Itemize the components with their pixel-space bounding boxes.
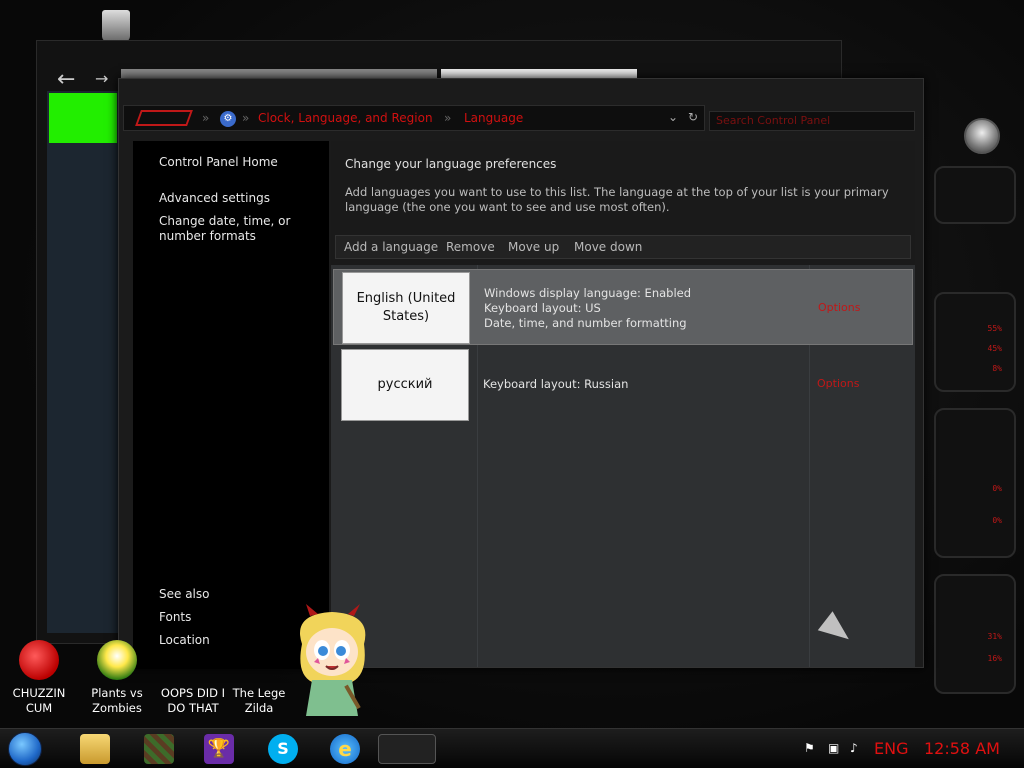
skype-icon[interactable]: S [268, 734, 298, 764]
desktop-icon-plants-vs-zombies[interactable]: Plants vs Zombies [82, 640, 152, 716]
page-description: Add languages you want to use to this li… [345, 185, 889, 214]
move-down-button[interactable]: Move down [574, 240, 642, 254]
green-block [49, 93, 117, 143]
change-date-time-formats-link[interactable]: Change date, time, or number formats [159, 214, 329, 244]
language-tile[interactable]: русский [341, 349, 469, 421]
breadcrumb-clock-language-region[interactable]: Clock, Language, and Region [258, 111, 433, 125]
breadcrumb-separator: » [444, 111, 452, 125]
forward-arrow-icon[interactable]: → [95, 69, 108, 88]
zelda-icon [239, 640, 279, 680]
breadcrumb-separator: » [242, 111, 250, 125]
language-row-russian[interactable]: русский Keyboard layout: Russian Options [333, 347, 913, 423]
refresh-icon[interactable]: ↻ [688, 110, 698, 124]
content-area: Change your language preferences Add lan… [331, 141, 915, 667]
page-title: Change your language preferences [345, 157, 557, 171]
background-nav-pane [47, 91, 127, 633]
control-panel-icon: ⚙ [220, 111, 236, 127]
breadcrumb-language[interactable]: Language [464, 111, 523, 125]
alienware-icon[interactable] [378, 734, 436, 764]
network-icon[interactable]: ▣ [828, 741, 839, 755]
volume-icon[interactable]: ♪ [850, 741, 858, 755]
add-language-button[interactable]: Add a language [344, 240, 438, 254]
desktop-icon-label: The Lege Zilda [232, 686, 286, 715]
language-row-english[interactable]: English (United States) Windows display … [333, 269, 913, 345]
input-language-indicator[interactable]: ENG [874, 739, 908, 758]
search-input[interactable]: Search Control Panel [709, 111, 915, 131]
start-button[interactable] [8, 732, 42, 766]
chuzzle-icon [19, 640, 59, 680]
cartoon-character-image [300, 604, 366, 716]
taskbar: 🏆 S e ⚑ ▣ ♪ ENG 12:58 AM [0, 728, 1024, 768]
minecraft-icon[interactable] [144, 734, 174, 764]
language-detail: Windows display language: Enabled [484, 286, 692, 300]
desktop-icon-chuzzin[interactable]: CHUZZIN CUM [4, 640, 74, 716]
shortcut-icon [173, 640, 213, 680]
recycle-bin-icon[interactable] [102, 10, 130, 42]
control-panel-home-link[interactable]: Control Panel Home [159, 155, 329, 170]
flag-icon[interactable]: ⚑ [804, 741, 815, 755]
options-link[interactable]: Options [817, 377, 859, 390]
language-control-panel-window: » ⚙ » Clock, Language, and Region » Lang… [118, 78, 924, 669]
move-up-button[interactable]: Move up [508, 240, 559, 254]
plants-vs-zombies-icon [97, 640, 137, 680]
breadcrumb-separator: » [202, 111, 210, 125]
desktop-icon-label: OOPS DID I DO THAT [160, 686, 226, 715]
hud-gadget: 55% 45% 8% 0% 0% 31% 16% [928, 88, 1024, 728]
desktop-icon-label: CHUZZIN CUM [12, 686, 66, 715]
address-bar[interactable]: » ⚙ » Clock, Language, and Region » Lang… [123, 105, 705, 131]
back-arrow-icon[interactable]: ← [57, 67, 75, 92]
left-nav-pane: Control Panel Home Advanced settings Cha… [133, 141, 329, 669]
language-tile[interactable]: English (United States) [342, 272, 470, 344]
desktop-icon-label: Plants vs Zombies [91, 686, 143, 715]
language-detail: Keyboard layout: Russian [483, 377, 629, 391]
options-link[interactable]: Options [818, 301, 860, 314]
desktop-icon-oops[interactable]: OOPS DID I DO THAT [158, 640, 228, 716]
system-clock[interactable]: 12:58 AM [924, 739, 1000, 758]
internet-explorer-icon[interactable]: e [330, 734, 360, 764]
advanced-settings-link[interactable]: Advanced settings [159, 191, 329, 206]
language-toolbar: Add a language Remove Move up Move down [335, 235, 911, 259]
language-detail: Date, time, and number formatting [484, 316, 687, 330]
see-also-heading: See also [159, 587, 210, 601]
desktop: 55% 45% 8% 0% 0% 31% 16% ← → » ⚙ » Clock… [0, 0, 1024, 768]
remove-button[interactable]: Remove [446, 240, 495, 254]
explorer-icon[interactable] [80, 734, 110, 764]
trophy-icon[interactable]: 🏆 [204, 734, 234, 764]
address-dropdown-icon[interactable]: ⌄ [668, 110, 678, 124]
window-logo-icon [135, 110, 193, 126]
language-detail: Keyboard layout: US [484, 301, 601, 315]
